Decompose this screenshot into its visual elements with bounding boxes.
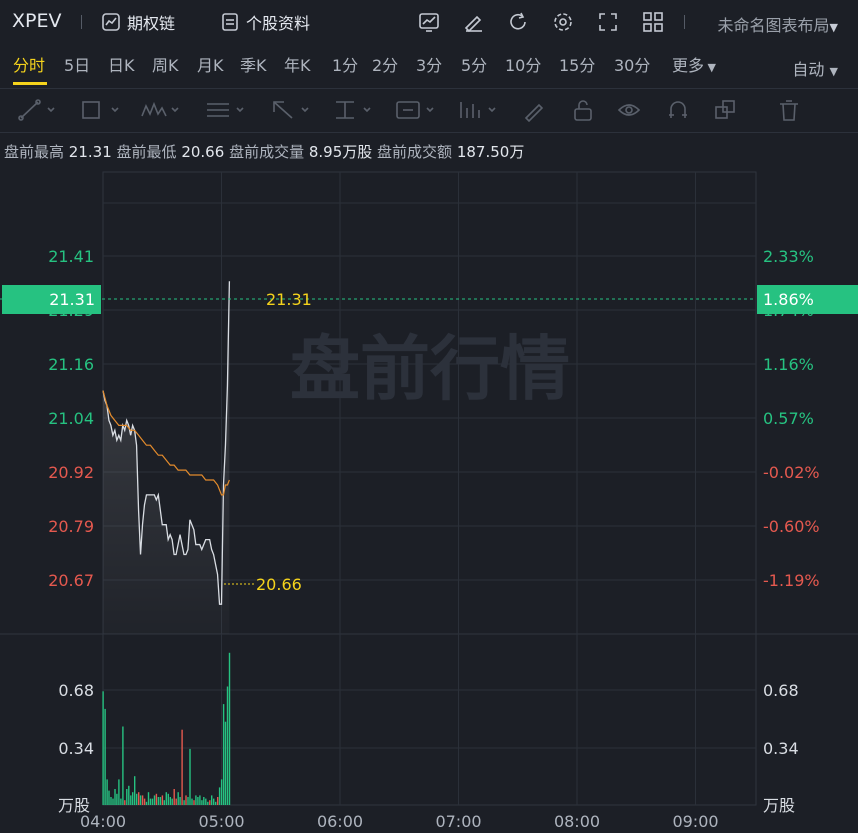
volume-bar [222, 704, 225, 805]
volume-bar [159, 797, 162, 805]
pct-tick-label: -1.19% [763, 571, 820, 590]
volume-bar [151, 798, 154, 805]
volume-bar [183, 800, 185, 805]
volume-bar [153, 795, 156, 805]
volume-bar [226, 686, 229, 805]
low-marker-label: 20.66 [256, 575, 302, 594]
price-tick-label: 20.67 [48, 571, 94, 590]
volume-bar [104, 708, 106, 805]
volume-bar [108, 790, 110, 805]
volume-bar [187, 797, 189, 805]
pct-tick-label: -0.60% [763, 517, 820, 536]
volume-bar [141, 795, 144, 805]
volume-bar [169, 797, 171, 805]
volume-bar [193, 800, 195, 805]
volume-bar [118, 779, 120, 805]
price-area [103, 281, 230, 634]
volume-bar [189, 748, 191, 805]
x-tick-label: 08:00 [554, 812, 600, 831]
pct-tick-label: 1.16% [763, 355, 814, 374]
high-marker-label: 21.31 [266, 290, 312, 309]
volume-bar [128, 785, 130, 805]
current-price-value: 21.31 [49, 290, 95, 309]
volume-bar [224, 721, 227, 805]
volume-bar [191, 798, 193, 805]
volume-bar [199, 795, 201, 805]
volume-bar [132, 792, 134, 805]
price-tick-label: 20.79 [48, 517, 94, 536]
volume-bar [211, 795, 213, 805]
volume-bar [173, 789, 175, 805]
volume-bar [134, 776, 136, 805]
volume-bar [205, 798, 207, 805]
volume-bar [157, 797, 160, 805]
price-tick-label: 21.41 [48, 247, 94, 266]
volume-bar [181, 729, 183, 805]
volume-bar [220, 779, 223, 805]
volume-bar [177, 792, 179, 805]
volume-bar [207, 801, 209, 805]
volume-bar [143, 798, 146, 805]
volume-bar [130, 795, 132, 805]
volume-bar [175, 798, 177, 805]
volume-bar [114, 789, 116, 805]
watermark: 盘前行情 [290, 328, 570, 410]
volume-bar [120, 798, 122, 805]
x-tick-label: 07:00 [435, 812, 481, 831]
volume-bar [155, 793, 158, 805]
volume-bar [138, 792, 140, 805]
current-pct-value: 1.86% [763, 290, 814, 309]
intraday-chart[interactable]: 04:00 05:00 06:00 07:00 08:00 09:0021.41 2.33%… [0, 0, 858, 833]
volume-bar [163, 800, 165, 805]
volume-bar [213, 798, 215, 805]
volume-bar [145, 801, 148, 805]
volume-bar [203, 797, 205, 805]
volume-unit-label: 万股 [58, 796, 90, 815]
x-tick-label: 06:00 [317, 812, 363, 831]
volume-bar [139, 795, 142, 805]
volume-bar [149, 798, 152, 805]
volume-bar [215, 801, 217, 805]
volume-bar [136, 793, 138, 805]
price-tick-label: 21.04 [48, 409, 94, 428]
volume-bar [209, 800, 211, 805]
volume-tick-label: 0.34 [763, 739, 799, 758]
volume-bar [179, 797, 181, 805]
volume-bar [228, 652, 231, 805]
volume-bar [112, 798, 114, 805]
pct-tick-label: 2.33% [763, 247, 814, 266]
price-tick-label: 20.92 [48, 463, 94, 482]
x-tick-label: 09:00 [672, 812, 718, 831]
volume-bar [106, 779, 108, 805]
volume-bar [197, 797, 199, 805]
volume-bar [171, 798, 173, 805]
volume-bar [165, 792, 167, 805]
pct-tick-label: -0.02% [763, 463, 820, 482]
price-tick-label: 21.16 [48, 355, 94, 374]
volume-bar [147, 792, 150, 805]
x-tick-label: 05:00 [198, 812, 244, 831]
volume-bar [217, 797, 219, 805]
volume-tick-label: 0.68 [58, 681, 94, 700]
volume-bar [110, 797, 112, 805]
volume-bar [102, 691, 104, 805]
volume-bar [185, 795, 187, 805]
volume-unit-label: 万股 [763, 796, 795, 815]
chart-frame [102, 171, 757, 806]
volume-bar [167, 793, 169, 805]
volume-tick-label: 0.68 [763, 681, 799, 700]
volume-bar [201, 800, 203, 805]
volume-bar [195, 795, 197, 805]
pct-tick-label: 0.57% [763, 409, 814, 428]
volume-bar [126, 789, 128, 805]
volume-bar [218, 787, 221, 805]
volume-tick-label: 0.34 [58, 739, 94, 758]
volume-bar [161, 795, 164, 805]
volume-bar [122, 726, 124, 805]
volume-bar [124, 800, 126, 805]
volume-bar [116, 793, 118, 805]
